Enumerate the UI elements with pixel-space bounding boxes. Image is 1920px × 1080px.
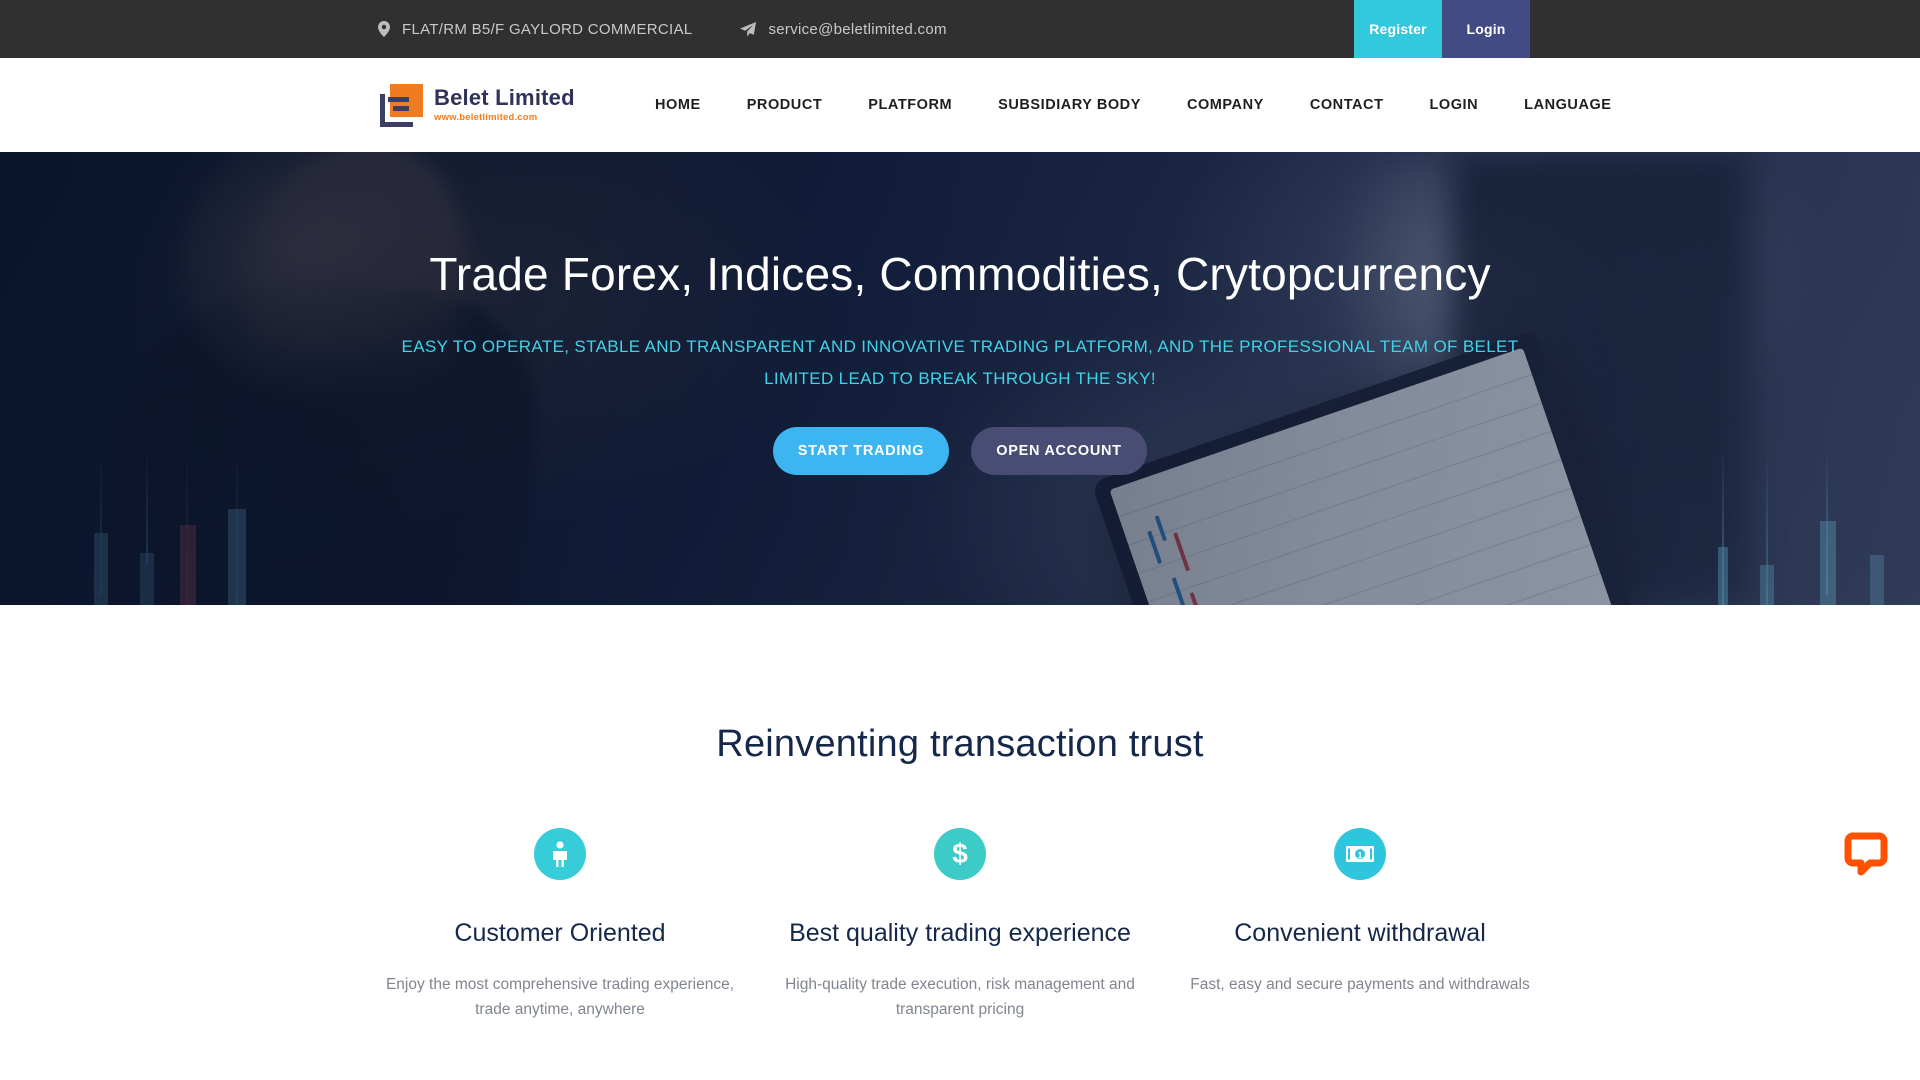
svg-text:$: $	[952, 839, 968, 869]
email-text: service@beletlimited.com	[768, 20, 947, 38]
svg-text:1: 1	[1358, 851, 1363, 860]
logo-website-url: www.beletlimited.com	[434, 112, 538, 124]
chat-bubble-icon	[1843, 831, 1889, 882]
dollar-sign-icon: $	[934, 828, 986, 880]
feature-title: Convenient withdrawal	[1234, 919, 1486, 947]
hero-title: Trade Forex, Indices, Commodities, Cryto…	[429, 248, 1491, 300]
belet-logo-icon	[380, 83, 423, 127]
banknote-icon: 1	[1334, 828, 1386, 880]
paper-plane-icon	[740, 21, 757, 37]
nav-item-company[interactable]: COMPANY	[1187, 97, 1264, 113]
feature-title: Best quality trading experience	[789, 919, 1131, 947]
top-contact-bar: FLAT/RM B5/F GAYLORD COMMERCIAL service@…	[0, 0, 1920, 58]
hero-cta-group: START TRADING OPEN ACCOUNT	[0, 427, 1920, 476]
login-button[interactable]: Login	[1442, 0, 1530, 58]
features-section: Reinventing transaction trust Customer O…	[0, 605, 1920, 1023]
open-account-button[interactable]: OPEN ACCOUNT	[971, 427, 1147, 476]
feature-card-convenient-withdrawal: 1 Convenient withdrawal Fast, easy and s…	[1160, 828, 1560, 1022]
live-chat-button[interactable]	[1840, 830, 1892, 882]
site-logo[interactable]: Belet Limited www.beletlimited.com	[380, 83, 575, 127]
map-pin-icon	[378, 21, 390, 37]
nav-item-contact[interactable]: CONTACT	[1310, 97, 1384, 113]
email-item[interactable]: service@beletlimited.com	[740, 21, 946, 38]
feature-card-customer-oriented: Customer Oriented Enjoy the most compreh…	[360, 828, 760, 1022]
feature-description: Fast, easy and secure payments and withd…	[1190, 976, 1530, 994]
nav-item-subsidiary-body[interactable]: SUBSIDIARY BODY	[998, 97, 1141, 113]
topbar-auth-actions: Register Login	[1354, 0, 1530, 58]
feature-description: High-quality trade execution, risk manag…	[785, 976, 1135, 1019]
register-button[interactable]: Register	[1354, 0, 1442, 58]
feature-description: Enjoy the most comprehensive trading exp…	[385, 976, 735, 1019]
nav-item-platform[interactable]: PLATFORM	[868, 97, 952, 113]
address-text: FLAT/RM B5/F GAYLORD COMMERCIAL	[402, 20, 693, 38]
start-trading-button[interactable]: START TRADING	[773, 427, 949, 476]
feature-title: Customer Oriented	[454, 919, 666, 947]
logo-company-name: Belet Limited	[434, 85, 575, 111]
hero-banner: Trade Forex, Indices, Commodities, Cryto…	[0, 152, 1920, 605]
topbar-contact-group: FLAT/RM B5/F GAYLORD COMMERCIAL service@…	[0, 21, 947, 38]
hero-content: Trade Forex, Indices, Commodities, Cryto…	[0, 152, 1920, 476]
nav-item-language[interactable]: LANGUAGE	[1524, 97, 1611, 113]
primary-nav-menu: HOME PRODUCT PLATFORM SUBSIDIARY BODY CO…	[655, 97, 1612, 113]
main-navbar: Belet Limited www.beletlimited.com HOME …	[0, 58, 1920, 152]
nav-item-product[interactable]: PRODUCT	[747, 97, 823, 113]
person-icon	[534, 828, 586, 880]
nav-item-home[interactable]: HOME	[655, 97, 701, 113]
feature-card-list: Customer Oriented Enjoy the most compreh…	[0, 828, 1920, 1022]
nav-item-login[interactable]: LOGIN	[1429, 97, 1478, 113]
feature-card-best-quality-trading: $ Best quality trading experience High-q…	[760, 828, 1160, 1022]
hero-subtitle: EASY TO OPERATE, STABLE AND TRANSPARENT …	[401, 336, 1519, 389]
address-item: FLAT/RM B5/F GAYLORD COMMERCIAL	[378, 21, 692, 38]
features-heading: Reinventing transaction trust	[716, 723, 1204, 765]
logo-text-block: Belet Limited www.beletlimited.com	[434, 87, 575, 123]
